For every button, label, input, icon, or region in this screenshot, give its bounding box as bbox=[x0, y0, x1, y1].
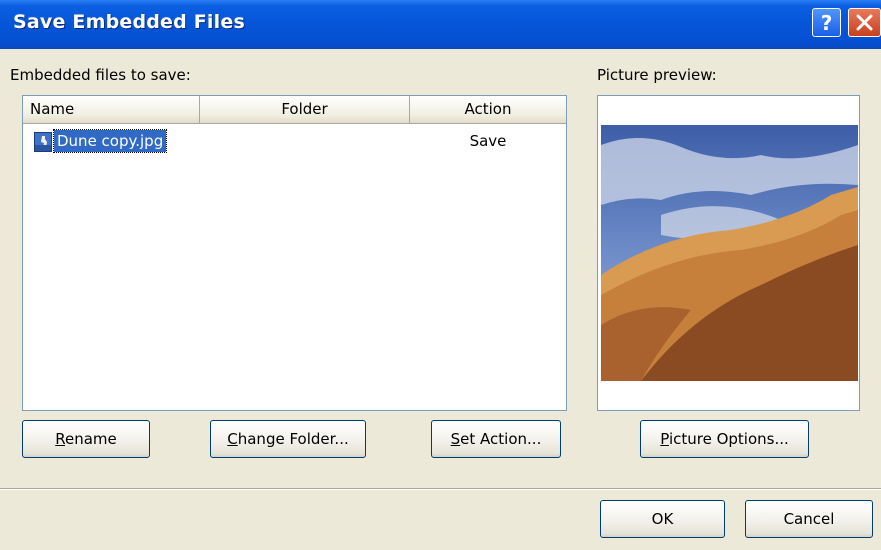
picture-preview-label: Picture preview: bbox=[597, 66, 717, 84]
file-action: Save bbox=[469, 132, 507, 150]
question-mark-icon: ? bbox=[821, 11, 833, 35]
close-icon bbox=[856, 14, 873, 31]
save-embedded-files-dialog: Save Embedded Files ? Embedded files to … bbox=[0, 0, 881, 550]
svg-text:?: ? bbox=[821, 11, 833, 35]
ok-button[interactable]: OK bbox=[600, 500, 725, 538]
picture-options-button[interactable]: Picture Options... bbox=[640, 420, 809, 458]
picture-preview bbox=[597, 95, 860, 411]
list-item[interactable]: Dune copy.jpg Save bbox=[23, 129, 566, 153]
separator bbox=[0, 488, 881, 490]
file-name[interactable]: Dune copy.jpg bbox=[52, 129, 168, 153]
title-bar[interactable]: Save Embedded Files ? bbox=[0, 0, 881, 49]
dune-preview-image bbox=[601, 125, 858, 381]
list-header: Name Folder Action bbox=[23, 96, 566, 124]
cancel-button[interactable]: Cancel bbox=[745, 500, 873, 538]
embedded-files-list[interactable]: Name Folder Action Dune copy.jpg Save bbox=[22, 95, 567, 411]
help-button[interactable]: ? bbox=[812, 8, 841, 37]
window-title: Save Embedded Files bbox=[13, 11, 245, 33]
image-file-icon bbox=[34, 132, 52, 152]
change-folder-button[interactable]: Change Folder... bbox=[210, 420, 366, 458]
rename-button[interactable]: Rename bbox=[22, 420, 150, 458]
set-action-button[interactable]: Set Action... bbox=[431, 420, 561, 458]
column-header-folder[interactable]: Folder bbox=[200, 96, 410, 124]
column-header-name[interactable]: Name bbox=[23, 96, 200, 124]
close-button[interactable] bbox=[848, 8, 881, 37]
embedded-files-label: Embedded files to save: bbox=[10, 66, 191, 84]
column-header-action[interactable]: Action bbox=[410, 96, 566, 124]
